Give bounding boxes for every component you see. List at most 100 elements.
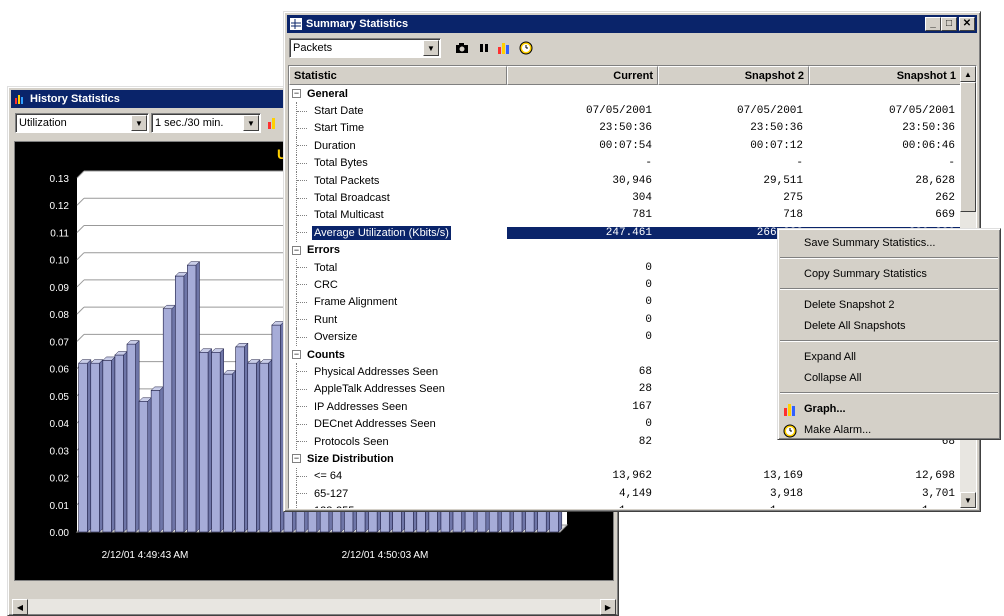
value-cell: 275 — [783, 192, 803, 205]
statistic-name-cell: Duration — [289, 137, 507, 155]
collapse-icon[interactable]: − — [292, 245, 301, 255]
statistic-label: Start Time — [314, 122, 365, 135]
y-tick-label: 0.04 — [50, 419, 70, 430]
tree-line — [296, 293, 297, 312]
alarm-clock-icon[interactable] — [518, 39, 534, 55]
bar — [174, 275, 185, 533]
statistic-label: Total — [314, 261, 338, 274]
summary-title-bar[interactable]: Summary Statistics _ □ ✕ — [287, 15, 977, 33]
menu-item-collapse-all[interactable]: Collapse All — [778, 367, 1000, 388]
statistic-label: Physical Addresses Seen — [314, 365, 439, 378]
table-row[interactable]: Start Time 23:50:36 23:50:36 23:50:36 — [289, 119, 961, 138]
camera-snapshot-icon[interactable] — [454, 40, 470, 56]
history-stat-select[interactable]: Utilization ▼ — [15, 113, 149, 133]
value-cell: 167 — [632, 400, 652, 413]
statistic-label: CRC — [314, 278, 338, 291]
graph-options-icon[interactable] — [266, 115, 282, 131]
tree-branch — [297, 336, 307, 338]
table-row[interactable]: <= 64 13,962 13,169 12,698 — [289, 467, 961, 485]
y-tick-label: 0.03 — [50, 446, 70, 457]
pause-icon[interactable] — [476, 40, 492, 56]
y-tick-label: 0.11 — [50, 228, 69, 239]
table-row[interactable]: Total Bytes - - - — [289, 154, 961, 172]
table-row[interactable]: Duration 00:07:54 00:07:12 00:06:46 — [289, 137, 961, 155]
statistic-label: Start Date — [314, 105, 364, 118]
history-interval-select[interactable]: 1 sec./30 min. ▼ — [151, 113, 261, 133]
minimize-icon[interactable]: _ — [925, 17, 941, 31]
menu-item-delete-snapshot-2[interactable]: Delete Snapshot 2 — [778, 294, 1000, 315]
scroll-right-icon[interactable]: ▶ — [600, 599, 616, 615]
bar-side — [87, 359, 92, 533]
scroll-up-icon[interactable]: ▲ — [960, 66, 976, 82]
chevron-down-icon[interactable]: ▼ — [243, 115, 259, 131]
table-row[interactable]: 128-2551,___1,___1,___ — [289, 502, 961, 508]
bar — [78, 362, 88, 533]
value-cell: 304 — [632, 192, 652, 205]
menu-item-label: Save Summary Statistics... — [804, 236, 936, 249]
bar-side — [232, 369, 237, 533]
value-cell: 3,918 — [769, 487, 803, 500]
maximize-icon[interactable]: □ — [941, 17, 957, 31]
collapse-icon[interactable]: − — [292, 454, 301, 464]
tree-branch — [297, 441, 307, 442]
tree-branch — [297, 127, 307, 129]
tree-line — [296, 119, 297, 138]
value-cell: 1,___ — [809, 505, 961, 508]
chevron-down-icon[interactable]: ▼ — [423, 40, 439, 56]
column-header-snapshot-2[interactable]: Snapshot 2 — [658, 66, 809, 85]
table-row[interactable]: Total Multicast 781 718 669 — [289, 206, 961, 225]
bar-side — [219, 348, 224, 533]
menu-item-graph[interactable]: Graph... — [778, 398, 1000, 419]
group-row[interactable]: − General — [289, 85, 961, 102]
tree-branch — [297, 406, 307, 408]
menu-item-copy-summary-statistics[interactable]: Copy Summary Statistics — [778, 263, 1000, 284]
column-header-statistic[interactable]: Statistic — [289, 66, 507, 85]
table-row[interactable]: 65-127 4,149 3,918 3,701 — [289, 484, 961, 503]
tree-branch — [297, 475, 307, 477]
tree-line — [296, 432, 297, 451]
value-cell: 0 — [645, 261, 652, 274]
value-cell: 07/05/2001 — [736, 105, 803, 118]
value-cell: - — [796, 157, 803, 170]
menu-item-save-summary-statistics[interactable]: Save Summary Statistics... — [778, 232, 1000, 253]
collapse-icon[interactable]: − — [292, 89, 301, 99]
statistic-name-cell: CRC — [289, 276, 507, 294]
statistic-name-cell: DECnet Addresses Seen — [289, 415, 507, 433]
summary-view-select[interactable]: Packets ▼ — [289, 38, 441, 58]
column-header-current[interactable]: Current — [507, 66, 658, 85]
menu-item-make-alarm[interactable]: Make Alarm... — [778, 419, 1000, 440]
menu-item-expand-all[interactable]: Expand All — [778, 346, 1000, 367]
bar — [235, 346, 245, 533]
tree-branch — [297, 423, 307, 425]
scroll-left-icon[interactable]: ◀ — [12, 599, 28, 615]
table-row[interactable]: Total Broadcast 304 275 262 — [289, 189, 961, 207]
bar-chart-icon[interactable] — [496, 40, 512, 56]
value-cell: 3,701 — [921, 487, 955, 500]
statistic-label: General — [307, 87, 348, 100]
bar — [114, 354, 124, 533]
menu-item-delete-all-snapshots[interactable]: Delete All Snapshots — [778, 315, 1000, 336]
table-row[interactable]: Start Date 07/05/2001 07/05/2001 07/05/2001 — [289, 102, 961, 120]
scroll-down-icon[interactable]: ▼ — [960, 492, 976, 508]
group-row[interactable]: − Size Distribution — [289, 450, 961, 467]
collapse-icon[interactable]: − — [292, 350, 301, 360]
statistic-label: Protocols Seen — [314, 435, 389, 448]
tree-line — [296, 363, 297, 381]
value-cell: 0 — [645, 313, 652, 326]
close-icon[interactable]: ✕ — [959, 17, 975, 31]
tree-line — [296, 484, 297, 503]
value-cell: 12,698 — [915, 470, 955, 483]
statistic-name-cell: − Counts — [289, 346, 507, 363]
bar-side — [183, 271, 188, 533]
value-cell: 07/05/2001 — [888, 105, 955, 118]
column-header-snapshot-1[interactable]: Snapshot 1 — [809, 66, 961, 85]
y-tick-label: 0.02 — [50, 474, 70, 485]
statistic-label: Total Bytes — [314, 157, 368, 170]
value-cell: 1,___ — [658, 505, 809, 508]
tree-line — [296, 398, 297, 416]
tree-branch — [297, 493, 307, 495]
tree-branch — [297, 197, 307, 199]
table-row[interactable]: Total Packets 30,946 29,511 28,628 — [289, 171, 961, 190]
chevron-down-icon[interactable]: ▼ — [131, 115, 147, 131]
scrollbar-thumb[interactable] — [960, 82, 976, 212]
